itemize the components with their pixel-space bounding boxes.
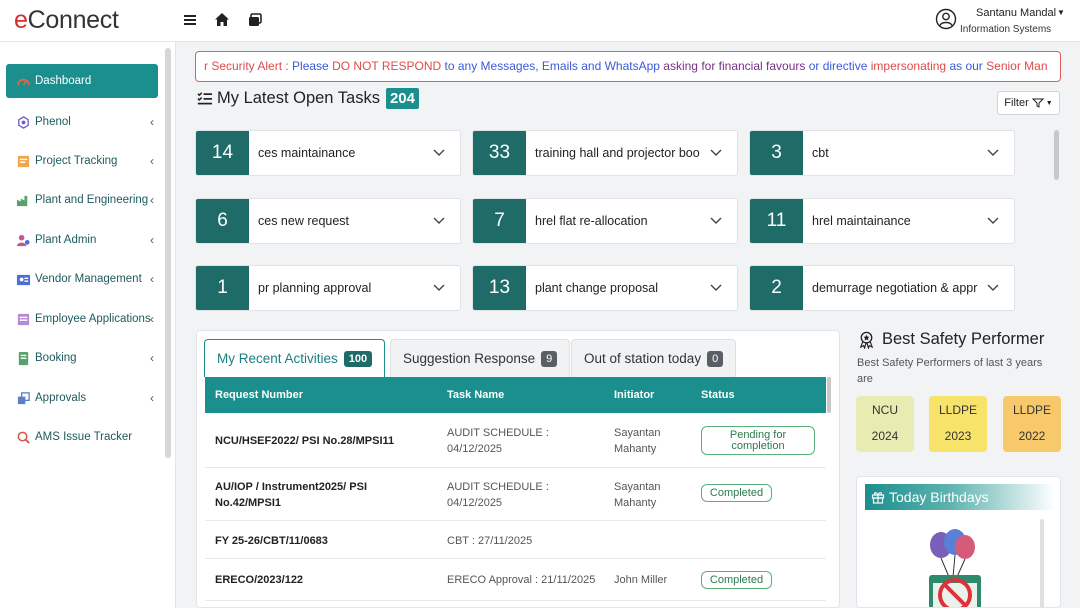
chevron-down-icon[interactable] bbox=[432, 145, 446, 159]
booking-icon bbox=[16, 351, 31, 366]
app-logo[interactable]: eConnect bbox=[14, 6, 119, 35]
chevron-left-icon: ‹ bbox=[150, 351, 154, 365]
status-badge: Completed bbox=[701, 484, 772, 502]
task-card[interactable]: 2 demurrage negotiation & appr bbox=[749, 265, 1015, 311]
sidebar-item-plant-admin[interactable]: Plant Admin ‹ bbox=[6, 224, 158, 256]
suggestion-response-count-badge: 9 bbox=[541, 350, 558, 367]
top-bar: eConnect Santanu Mandal ▼ Information Sy… bbox=[0, 0, 1080, 42]
windows-icon[interactable] bbox=[246, 11, 264, 29]
tab-suggestion-response[interactable]: Suggestion Response 9 bbox=[390, 339, 571, 377]
chevron-left-icon: ‹ bbox=[150, 154, 154, 168]
recent-activities-count-badge: 100 bbox=[343, 350, 373, 367]
security-alert-banner: r Security Alert : Please DO NOT RESPOND… bbox=[195, 51, 1061, 82]
chevron-down-icon[interactable] bbox=[709, 145, 723, 159]
chevron-down-icon[interactable] bbox=[709, 280, 723, 294]
task-list-icon bbox=[197, 92, 213, 105]
chevron-left-icon: ‹ bbox=[150, 312, 154, 326]
chevron-down-icon[interactable] bbox=[432, 280, 446, 294]
open-tasks-header: My Latest Open Tasks 204 bbox=[196, 88, 419, 109]
out-of-station-count-badge: 0 bbox=[707, 350, 724, 367]
safety-card[interactable]: NCU 2024 bbox=[856, 396, 914, 452]
tab-recent-activities[interactable]: My Recent Activities 100 bbox=[204, 339, 386, 377]
task-card[interactable]: 1 pr planning approval bbox=[195, 265, 461, 311]
safety-performer-subtitle: Best Safety Performers of last 3 years a… bbox=[857, 357, 1043, 385]
chevron-down-icon[interactable] bbox=[709, 213, 723, 227]
sidebar-item-project-tracking[interactable]: Project Tracking ‹ bbox=[6, 145, 158, 177]
tracking-icon bbox=[16, 154, 31, 169]
user-dropdown-caret-icon[interactable]: ▼ bbox=[1057, 8, 1065, 17]
safety-card[interactable]: LLDPE 2023 bbox=[929, 396, 987, 452]
task-card[interactable]: 7 hrel flat re-allocation bbox=[472, 198, 738, 244]
table-row[interactable]: NCU/HSEF2022/ PSI No.28/MPSI11 AUDIT SCH… bbox=[205, 413, 826, 468]
home-icon[interactable] bbox=[213, 11, 231, 29]
task-card[interactable]: 33 training hall and projector boo bbox=[472, 130, 738, 176]
open-tasks-title: My Latest Open Tasks bbox=[217, 89, 380, 107]
sidebar-item-approvals[interactable]: Approvals ‹ bbox=[6, 382, 158, 414]
table-row[interactable]: ERECO/2023/122 ERECO Approval : 21/11/20… bbox=[205, 559, 826, 601]
sidebar-item-employee-applications[interactable]: Employee Applications ‹ bbox=[6, 303, 158, 335]
column-header-initiator: Initiator bbox=[614, 389, 655, 401]
chevron-down-icon[interactable] bbox=[986, 145, 1000, 159]
menu-icon[interactable] bbox=[181, 11, 199, 29]
chevron-down-icon[interactable] bbox=[986, 213, 1000, 227]
admin-icon bbox=[16, 233, 31, 248]
chevron-down-icon[interactable] bbox=[986, 280, 1000, 294]
column-header-status: Status bbox=[701, 389, 735, 401]
chevron-left-icon: ‹ bbox=[150, 115, 154, 129]
table-row[interactable]: FY 25-26/CBT/11/0683 CBT : 27/11/2025 bbox=[205, 521, 826, 559]
column-header-task-name: Task Name bbox=[447, 389, 505, 401]
task-card[interactable]: 6 ces new request bbox=[195, 198, 461, 244]
tasks-scrollbar[interactable] bbox=[1054, 130, 1059, 180]
column-header-request-number: Request Number bbox=[215, 389, 304, 401]
no-birthday-calendar-illustration bbox=[929, 529, 981, 607]
task-cards-grid: 14 ces maintainance 33 training hall and… bbox=[195, 122, 1045, 312]
chevron-left-icon: ‹ bbox=[150, 272, 154, 286]
status-badge: Pending for completion bbox=[701, 426, 815, 455]
chevron-left-icon: ‹ bbox=[150, 233, 154, 247]
sidebar-scrollbar[interactable] bbox=[165, 48, 171, 458]
birthdays-header: Today Birthdays bbox=[865, 484, 1055, 510]
filter-icon bbox=[1031, 98, 1044, 108]
plant-icon bbox=[16, 193, 31, 208]
task-card[interactable]: 13 plant change proposal bbox=[472, 265, 738, 311]
chevron-left-icon: ‹ bbox=[150, 193, 154, 207]
tracker-icon bbox=[16, 430, 31, 445]
chevron-down-icon: ▼ bbox=[1045, 99, 1053, 107]
approvals-icon bbox=[16, 391, 31, 406]
sidebar-item-vendor-management[interactable]: Vendor Management ‹ bbox=[6, 263, 158, 295]
activities-panel: My Recent Activities 100 Suggestion Resp… bbox=[196, 330, 840, 608]
award-icon bbox=[859, 331, 874, 349]
employee-icon bbox=[16, 312, 31, 327]
filter-button[interactable]: Filter ▼ bbox=[997, 91, 1060, 115]
sidebar-item-ams-issue-tracker[interactable]: AMS Issue Tracker bbox=[6, 421, 158, 453]
sidebar-item-dashboard[interactable]: Dashboard bbox=[6, 64, 158, 98]
tab-out-of-station[interactable]: Out of station today 0 bbox=[571, 339, 737, 377]
task-card[interactable]: 14 ces maintainance bbox=[195, 130, 461, 176]
molecule-icon bbox=[16, 115, 31, 130]
gauge-icon bbox=[16, 74, 31, 89]
task-card[interactable]: 3 cbt bbox=[749, 130, 1015, 176]
table-row[interactable]: AU/IOP / Instrument2025/ PSI No.42/MPSI1… bbox=[205, 468, 826, 521]
sidebar-item-phenol[interactable]: Phenol ‹ bbox=[6, 106, 158, 138]
user-avatar-icon[interactable] bbox=[935, 8, 957, 30]
open-tasks-count-badge: 204 bbox=[385, 88, 419, 109]
activities-table-header: Request Number Task Name Initiator Statu… bbox=[205, 377, 826, 413]
status-badge: Completed bbox=[701, 571, 772, 589]
user-name[interactable]: Santanu Mandal bbox=[976, 7, 1056, 19]
vendor-icon bbox=[16, 272, 31, 287]
chevron-down-icon[interactable] bbox=[432, 213, 446, 227]
sidebar: Dashboard Phenol ‹ Project Tracking ‹ Pl… bbox=[0, 42, 176, 608]
sidebar-item-booking[interactable]: Booking ‹ bbox=[6, 342, 158, 374]
safety-card[interactable]: LLDPE 2022 bbox=[1003, 396, 1061, 452]
safety-performer-title: Best Safety Performer bbox=[857, 330, 1044, 349]
sidebar-item-plant-engineering[interactable]: Plant and Engineering ‹ bbox=[6, 184, 158, 216]
table-scrollbar[interactable] bbox=[827, 377, 831, 413]
chevron-left-icon: ‹ bbox=[150, 391, 154, 405]
birthdays-panel: Today Birthdays bbox=[856, 476, 1061, 608]
gift-icon bbox=[871, 492, 885, 504]
user-department: Information Systems bbox=[960, 24, 1052, 35]
birthdays-scrollbar[interactable] bbox=[1040, 519, 1044, 607]
task-card[interactable]: 11 hrel maintainance bbox=[749, 198, 1015, 244]
